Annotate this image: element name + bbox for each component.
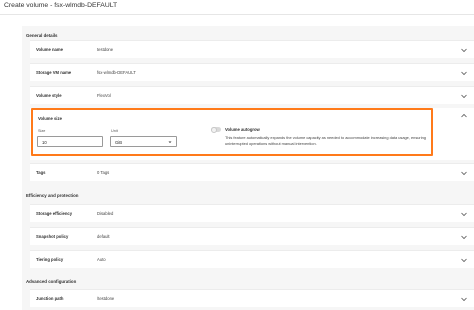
- section-title-advanced: Advanced configuration: [26, 279, 77, 284]
- row-label: Junction path: [36, 296, 64, 301]
- caret-down-icon: [167, 139, 173, 146]
- row-label: Volume style: [36, 93, 62, 98]
- unit-select-value: GiB: [115, 140, 122, 145]
- autogrow-title: Volume autogrow: [225, 127, 260, 132]
- autogrow-toggle[interactable]: [211, 126, 221, 133]
- unit-select[interactable]: GiB: [110, 136, 177, 147]
- row-value: Auto: [97, 257, 106, 262]
- row-label: Tags: [36, 170, 46, 175]
- row-volume-name[interactable]: Volume name testdone: [30, 40, 474, 58]
- row-label: Storage efficiency: [36, 211, 73, 216]
- row-storage-efficiency[interactable]: Storage efficiency Disabled: [30, 204, 474, 222]
- row-value: Disabled: [97, 211, 114, 216]
- row-value: 0 Tags: [97, 170, 110, 175]
- row-value: default: [97, 234, 110, 239]
- row-value: testdone: [97, 47, 114, 52]
- row-label: Snapshot policy: [36, 234, 69, 239]
- chevron-down-icon[interactable]: [460, 69, 468, 77]
- row-snapshot-policy[interactable]: Snapshot policy default: [30, 227, 474, 245]
- unit-label: Unit: [111, 129, 118, 133]
- chevron-down-icon[interactable]: [460, 46, 468, 54]
- chevron-down-icon[interactable]: [460, 256, 468, 264]
- row-label: Volume name: [36, 47, 63, 52]
- chevron-down-icon[interactable]: [460, 295, 468, 303]
- chevron-up-icon[interactable]: [460, 112, 468, 120]
- header-divider: [0, 14, 474, 15]
- volume-size-panel: [30, 108, 474, 160]
- row-junction-path[interactable]: Junction path /testdone: [30, 289, 474, 307]
- page-title: Create volume - fsx-wlmdb-DEFAULT: [4, 2, 118, 9]
- row-label: Storage VM name: [36, 70, 72, 75]
- row-storage-vm-name[interactable]: Storage VM name fsx-wlmdb-DEFAULT: [30, 63, 474, 81]
- chevron-down-icon[interactable]: [460, 210, 468, 218]
- size-input[interactable]: 10: [37, 136, 103, 147]
- row-volume-style[interactable]: Volume style FlexVol: [30, 86, 474, 104]
- row-tiering-policy[interactable]: Tiering policy Auto: [30, 250, 474, 268]
- row-value: fsx-wlmdb-DEFAULT: [97, 70, 136, 75]
- row-value: FlexVol: [97, 93, 111, 98]
- volume-size-title: Volume size: [38, 116, 62, 121]
- row-tags[interactable]: Tags 0 Tags: [30, 163, 474, 181]
- row-label: Tiering policy: [36, 257, 64, 262]
- section-title-efficiency: Efficiency and protection: [26, 193, 79, 198]
- chevron-down-icon[interactable]: [460, 233, 468, 241]
- chevron-down-icon[interactable]: [460, 92, 468, 100]
- row-value: /testdone: [97, 296, 115, 301]
- autogrow-description: This feature automatically expands the v…: [225, 135, 426, 146]
- section-title-general: General details: [26, 33, 58, 38]
- size-label: Size: [38, 129, 46, 133]
- chevron-down-icon[interactable]: [460, 169, 468, 177]
